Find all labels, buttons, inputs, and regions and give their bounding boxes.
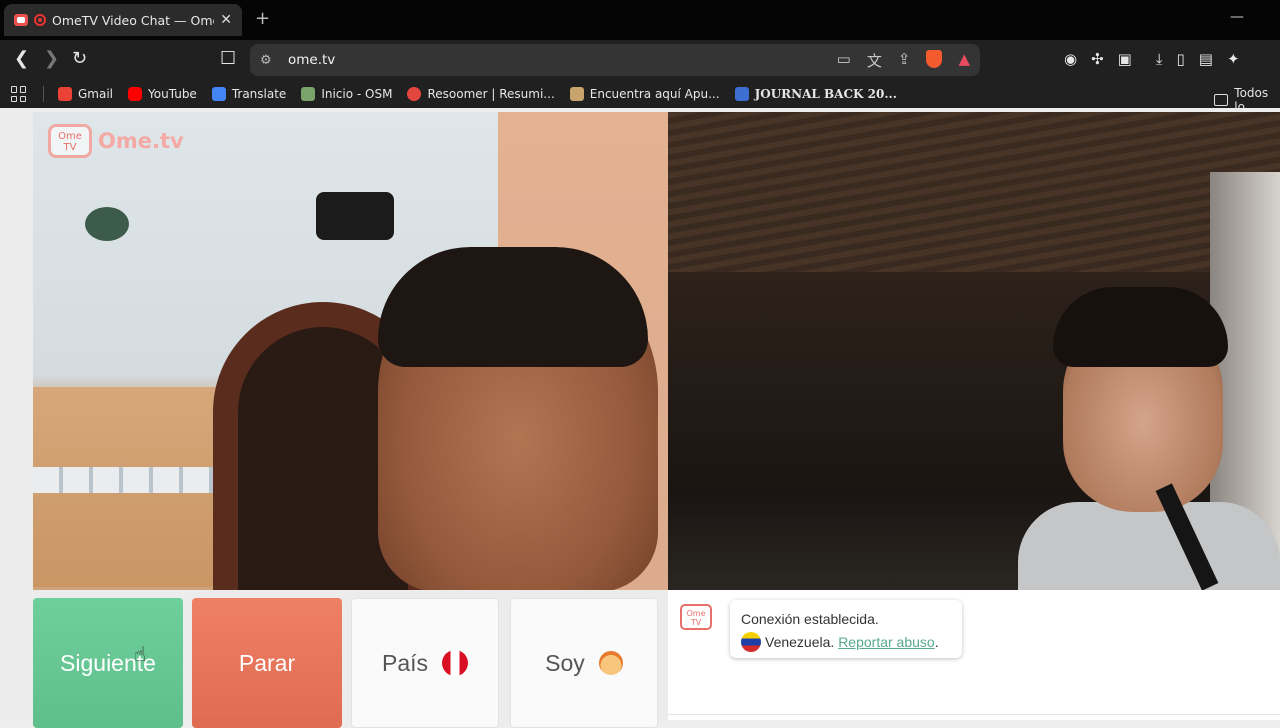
reload-icon[interactable]: ↻ (72, 49, 87, 69)
partner-country: Venezuela. (765, 634, 835, 650)
translate-icon[interactable]: 文 (867, 50, 882, 71)
bookmark-label: Translate (231, 87, 287, 101)
ometv-page: Ome TV Ome.tv Siguiente Parar País Soy ☝… (0, 112, 1280, 728)
gmail-icon (58, 87, 72, 101)
bookmark-label: Encuentra aquí Apu... (589, 87, 720, 101)
chat-panel: Ome TV Conexión establecida. Venezuela. … (668, 590, 1280, 720)
bookmark-label: JOURNAL BACK 20... (754, 87, 897, 101)
brave-shields-icon[interactable] (926, 50, 943, 68)
google-translate-icon (211, 87, 226, 101)
bookmark-label: Resoomer | Resumi... (427, 87, 555, 101)
system-message: Conexión establecida. Venezuela. Reporta… (730, 600, 962, 658)
site-settings-icon[interactable]: ⚙ (260, 53, 276, 68)
bookmark-label: Inicio - OSM (321, 87, 393, 101)
ometv-logo: Ome TV Ome.tv (48, 124, 184, 158)
stop-button[interactable]: Parar (192, 598, 342, 728)
bookmark-journal[interactable]: JOURNAL BACK 20... (734, 87, 897, 101)
ometv-avatar-icon: Ome TV (680, 604, 712, 630)
all-bookmarks-label: Todos lo (1234, 86, 1269, 114)
wallet-icon[interactable]: ▤ (1199, 50, 1213, 68)
sidebar-icon[interactable]: ▯ (1177, 50, 1185, 68)
bookmark-resoomer[interactable]: Resoomer | Resumi... (407, 87, 555, 101)
gender-label: Soy (545, 649, 585, 676)
bookmark-youtube[interactable]: YouTube (128, 87, 197, 101)
bookmark-translate[interactable]: Translate (211, 87, 287, 101)
mouse-cursor-icon: ☝ (134, 642, 147, 666)
router-object (316, 192, 394, 240)
tab-strip: OmeTV Video Chat — Omegl ✕ + — (0, 0, 1280, 40)
leo-ai-icon[interactable]: ✦ (1227, 50, 1240, 68)
resoomer-icon (407, 87, 422, 101)
tab-close-icon[interactable]: ✕ (220, 12, 232, 28)
extensions-area: ◉ ✣ ▣ ⤓ ▯ ▤ ✦ (1064, 50, 1240, 68)
tab-title: OmeTV Video Chat — Omegl (52, 12, 215, 28)
next-button[interactable]: Siguiente (33, 598, 183, 728)
new-tab-icon[interactable]: + (255, 8, 270, 29)
navigation-bar: ❮ ❯ ↻ ☐ ⚙ ome.tv ▭ 文 ⇪ ▲ ◉ ✣ ▣ ⤓ ▯ ▤ ✦ (0, 40, 1280, 80)
country-label: País (381, 649, 429, 676)
ometv-tv-icon: Ome TV (48, 124, 92, 158)
ometv-favicon-icon (14, 14, 28, 26)
bookmarks-bar: Gmail YouTube Translate Inicio - OSM Res… (0, 80, 1280, 114)
screenshot-icon[interactable]: ▣ (1118, 50, 1132, 68)
tab-ometv[interactable]: OmeTV Video Chat — Omegl ✕ (4, 4, 242, 36)
apps-grid-icon[interactable] (11, 86, 27, 102)
report-abuse-link[interactable]: Reportar abuso (838, 634, 935, 650)
gender-button[interactable]: Soy (510, 598, 658, 728)
stop-label: Parar (238, 649, 296, 676)
forward-icon[interactable]: ❯ (44, 49, 59, 69)
osm-icon (301, 87, 316, 101)
folder-icon (1214, 94, 1229, 106)
share-icon[interactable]: ⇪ (898, 50, 911, 71)
logo-text: Ome.tv (98, 129, 184, 153)
recording-icon (34, 14, 46, 26)
minimize-window-icon[interactable]: — (1230, 9, 1244, 25)
turtle-decoration (85, 207, 129, 241)
bookmarks-divider (43, 86, 44, 102)
brave-rewards-icon[interactable]: ▲ (958, 50, 970, 71)
connection-status: Conexión establecida. (741, 611, 879, 627)
male-face-icon (598, 651, 623, 675)
remote-video (668, 112, 1280, 590)
peru-flag-icon (442, 650, 469, 676)
youtube-icon (128, 87, 143, 101)
report-suffix: . (934, 634, 939, 650)
partner-info: Venezuela. Reportar abuso. (741, 631, 962, 654)
download-icon[interactable]: ⤓ (1156, 50, 1163, 68)
address-bar[interactable]: ⚙ ome.tv ▭ 文 ⇪ ▲ (250, 44, 980, 76)
all-bookmarks[interactable]: Todos lo (1214, 86, 1280, 114)
cast-icon[interactable]: ▭ (837, 50, 851, 71)
bookmark-apuntes[interactable]: Encuentra aquí Apu... (569, 87, 720, 101)
bookmark-label: Gmail (78, 87, 114, 101)
country-button[interactable]: País (351, 598, 499, 728)
chat-divider (668, 714, 1280, 715)
extensions-puzzle-icon[interactable]: ✣ (1091, 50, 1104, 68)
extension-icon[interactable]: ◉ (1064, 50, 1077, 68)
back-icon[interactable]: ❮ (14, 49, 29, 69)
bookmark-icon[interactable]: ☐ (220, 49, 236, 69)
bookmark-label: YouTube (148, 87, 197, 101)
bookmark-gmail[interactable]: Gmail (58, 87, 113, 101)
journal-icon (734, 87, 749, 101)
apuntes-icon (569, 87, 584, 101)
venezuela-flag-icon (741, 632, 761, 652)
bookmark-osm[interactable]: Inicio - OSM (301, 87, 392, 101)
local-video: Ome TV Ome.tv (33, 112, 668, 590)
url-text[interactable]: ome.tv (288, 52, 335, 68)
address-bar-icons: ▭ 文 ⇪ ▲ (837, 50, 970, 71)
